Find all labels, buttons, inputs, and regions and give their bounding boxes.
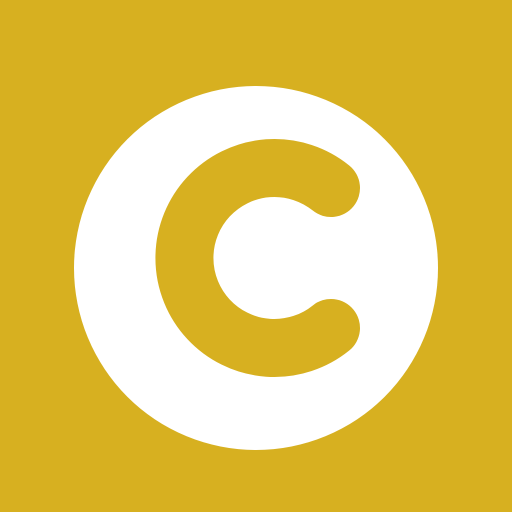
app-icon-tile: [0, 0, 512, 512]
copyright-icon: [0, 0, 512, 512]
